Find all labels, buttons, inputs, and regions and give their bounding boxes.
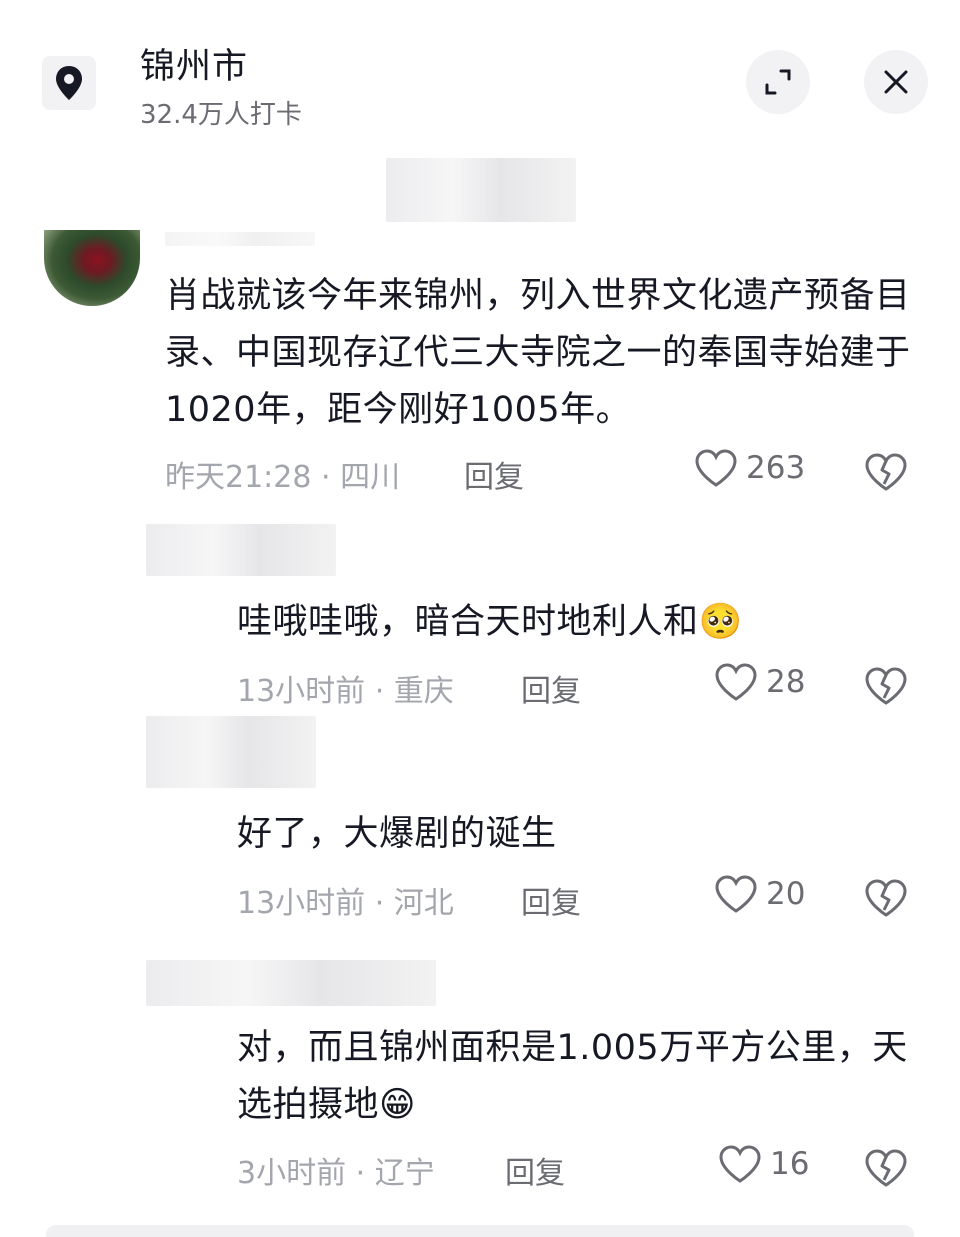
- avatar[interactable]: [44, 230, 140, 306]
- like-count: 263: [746, 450, 806, 486]
- reply-button[interactable]: 回复: [521, 666, 581, 710]
- broken-heart-icon[interactable]: [864, 876, 908, 920]
- blurred-username: [165, 232, 315, 246]
- comment-text: 好了，大爆剧的诞生: [237, 814, 557, 854]
- like-button[interactable]: 263: [694, 448, 805, 488]
- comment-text: 肖战就该今年来锦州，列入世界文化遗产预备目录、中国现存辽代三大寺院之一的奉国寺始…: [165, 276, 911, 430]
- broken-heart-icon[interactable]: [864, 664, 908, 708]
- comment-meta: 13小时前 · 河北: [237, 886, 454, 921]
- blurred-avatar-username: [146, 716, 316, 788]
- expand-button[interactable]: [746, 50, 810, 114]
- like-button[interactable]: 20: [714, 874, 805, 914]
- location-pin-icon: [42, 56, 96, 110]
- like-button[interactable]: 28: [714, 662, 805, 702]
- reply-button[interactable]: 回复: [521, 878, 581, 922]
- heart-icon: [695, 449, 737, 487]
- close-icon: [884, 70, 908, 94]
- comment-meta: 昨天21:28 · 四川: [165, 460, 401, 495]
- expand-icon: [765, 69, 791, 95]
- close-button[interactable]: [864, 50, 928, 114]
- blurred-content: [386, 158, 576, 222]
- comment-text: 对，而且锦州面积是1.005万平方公里，天选拍摄地😁: [237, 1028, 908, 1125]
- grinning-face-emoji: 😁: [379, 1085, 417, 1125]
- checkin-count: 32.4万人打卡: [140, 100, 302, 130]
- like-count: 16: [770, 1146, 810, 1182]
- blurred-avatar-username: [146, 524, 336, 576]
- reply-button[interactable]: 回复: [464, 452, 524, 496]
- heart-icon: [715, 875, 757, 913]
- like-button[interactable]: 16: [718, 1144, 809, 1184]
- like-count: 20: [766, 876, 806, 912]
- comment-input-bar[interactable]: [46, 1225, 914, 1237]
- comment-meta: 3小时前 · 辽宁: [237, 1156, 435, 1191]
- comment-text: 哇哦哇哦，暗合天时地利人和🥺: [237, 602, 743, 642]
- comment-meta: 13小时前 · 重庆: [237, 674, 454, 709]
- broken-heart-icon[interactable]: [864, 1146, 908, 1190]
- pleading-face-emoji: 🥺: [698, 602, 743, 642]
- blurred-avatar-username: [146, 960, 436, 1006]
- like-count: 28: [766, 664, 806, 700]
- reply-button[interactable]: 回复: [505, 1148, 565, 1192]
- broken-heart-icon[interactable]: [864, 450, 908, 494]
- location-header: 锦州市 32.4万人打卡: [0, 0, 960, 150]
- location-title[interactable]: 锦州市: [140, 38, 248, 89]
- heart-icon: [715, 663, 757, 701]
- heart-icon: [719, 1145, 761, 1183]
